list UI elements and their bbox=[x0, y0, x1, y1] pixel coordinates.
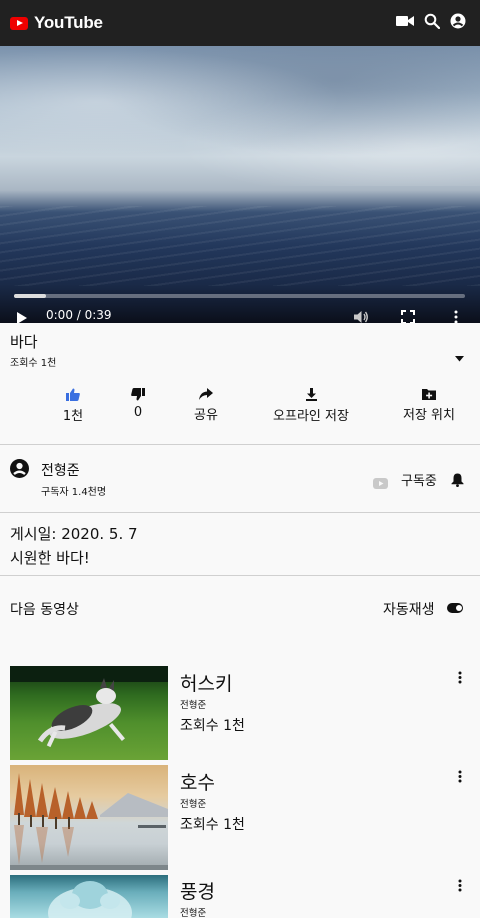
rec-views: 조회수 1천 bbox=[180, 718, 245, 734]
player-more-icon[interactable] bbox=[453, 309, 459, 323]
thumbs-up-icon bbox=[66, 388, 80, 401]
top-app-bar: YouTube bbox=[0, 0, 480, 46]
search-icon[interactable] bbox=[424, 13, 440, 29]
video-thumbnail[interactable] bbox=[10, 875, 168, 918]
rec-title[interactable]: 호수 bbox=[180, 768, 215, 795]
offline-save-button[interactable]: 오프라인 저장 bbox=[266, 388, 356, 424]
download-icon bbox=[305, 388, 317, 401]
playback-progress-bar[interactable] bbox=[14, 294, 465, 298]
volume-icon[interactable] bbox=[353, 309, 369, 323]
dislike-button[interactable]: 0 bbox=[124, 388, 152, 420]
folder-add-icon bbox=[422, 389, 436, 400]
share-icon bbox=[199, 388, 213, 400]
subscriber-count: 구독자 1.4천명 bbox=[41, 487, 107, 498]
up-next-label: 다음 동영상 bbox=[10, 602, 79, 618]
player-controls: 0:00 / 0:39 bbox=[0, 301, 480, 323]
offline-save-label: 오프라인 저장 bbox=[273, 409, 349, 424]
more-vert-icon[interactable] bbox=[457, 877, 463, 896]
video-frame-sea bbox=[0, 206, 480, 286]
camera-icon[interactable] bbox=[396, 14, 414, 28]
lake-thumbnail-image bbox=[10, 773, 168, 870]
share-label: 공유 bbox=[194, 408, 218, 423]
autoplay-toggle[interactable] bbox=[447, 603, 463, 613]
playback-time: 0:00 / 0:39 bbox=[46, 308, 112, 322]
video-title: 바다 bbox=[10, 333, 38, 351]
fullscreen-icon[interactable] bbox=[401, 309, 415, 323]
more-vert-icon[interactable] bbox=[457, 768, 463, 787]
account-icon[interactable] bbox=[450, 13, 466, 29]
notification-bell-icon[interactable] bbox=[451, 472, 464, 491]
like-count: 1천 bbox=[62, 409, 84, 424]
channel-name[interactable]: 전형준 bbox=[41, 460, 80, 480]
app-name: YouTube bbox=[34, 13, 103, 32]
rec-channel: 전형준 bbox=[180, 700, 207, 711]
share-button[interactable]: 공유 bbox=[188, 388, 224, 423]
video-frame-sky bbox=[0, 46, 480, 186]
husky-thumbnail-image bbox=[10, 666, 168, 748]
rec-title[interactable]: 허스키 bbox=[180, 669, 232, 696]
youtube-small-icon bbox=[373, 474, 388, 493]
rec-channel: 전형준 bbox=[180, 908, 207, 918]
divider bbox=[0, 444, 480, 445]
landscape-thumbnail-image bbox=[48, 881, 132, 918]
save-to-button[interactable]: 저장 위치 bbox=[398, 388, 460, 423]
video-thumbnail[interactable] bbox=[10, 666, 168, 760]
rec-views: 조회수 1천 bbox=[180, 817, 245, 833]
divider bbox=[0, 575, 480, 576]
dislike-count: 0 bbox=[133, 405, 143, 420]
video-views: 조회수 1천 bbox=[10, 358, 57, 369]
video-player[interactable]: 0:00 / 0:39 bbox=[0, 46, 480, 323]
youtube-logo[interactable]: YouTube bbox=[10, 13, 103, 33]
subscribed-button[interactable]: 구독중 bbox=[401, 470, 437, 489]
like-button[interactable]: 1천 bbox=[57, 388, 89, 424]
rec-channel: 전형준 bbox=[180, 799, 207, 810]
divider bbox=[0, 512, 480, 513]
video-thumbnail[interactable] bbox=[10, 765, 168, 870]
more-vert-icon[interactable] bbox=[457, 669, 463, 688]
save-to-label: 저장 위치 bbox=[403, 408, 455, 423]
posted-date: 게시일: 2020. 5. 7 bbox=[10, 525, 138, 543]
youtube-logo-icon bbox=[10, 16, 28, 30]
chevron-down-icon[interactable] bbox=[455, 347, 464, 366]
autoplay-label: 자동재생 bbox=[383, 602, 435, 618]
playback-progress-fill bbox=[14, 294, 46, 298]
channel-avatar-icon[interactable] bbox=[10, 459, 29, 482]
video-description: 시원한 바다! bbox=[10, 549, 90, 567]
play-icon[interactable] bbox=[16, 310, 28, 323]
thumbs-down-icon bbox=[131, 388, 145, 401]
action-bar: 1천 0 공유 오프라인 저장 저장 위치 bbox=[0, 388, 480, 434]
rec-title[interactable]: 풍경 bbox=[180, 877, 215, 904]
